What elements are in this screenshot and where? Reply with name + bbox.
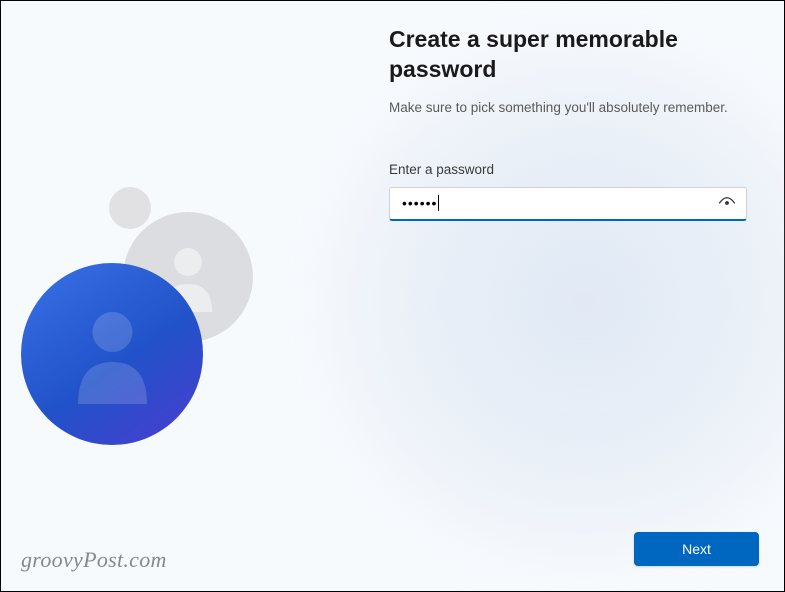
watermark-text: groovyPost.com	[21, 547, 167, 573]
main-content: Create a super memorable password Make s…	[389, 25, 749, 221]
password-input[interactable]: ••••••	[389, 187, 747, 221]
person-icon	[70, 304, 155, 404]
avatar-primary	[21, 263, 203, 445]
password-value-masked: ••••••	[402, 195, 437, 211]
decorative-circle	[109, 187, 151, 229]
illustration-panel	[1, 1, 341, 591]
next-button[interactable]: Next	[634, 532, 759, 566]
password-field-label: Enter a password	[389, 162, 749, 177]
text-cursor	[438, 195, 439, 211]
page-subtitle: Make sure to pick something you'll absol…	[389, 99, 749, 118]
page-title: Create a super memorable password	[389, 25, 749, 85]
reveal-password-icon[interactable]	[718, 194, 736, 212]
